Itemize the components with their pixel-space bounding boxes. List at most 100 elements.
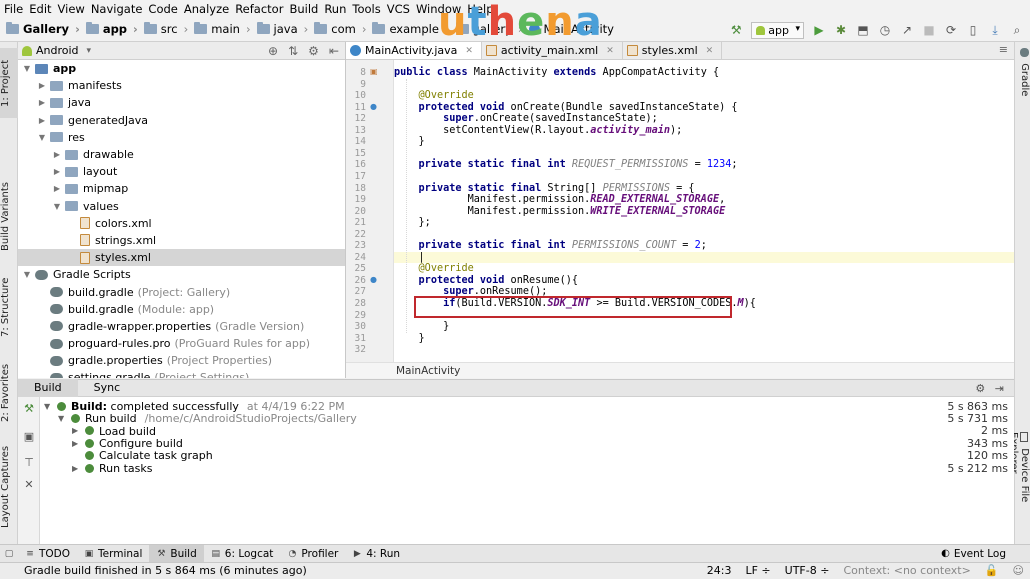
tool-tab-terminal[interactable]: ▣ Terminal: [77, 545, 149, 563]
project-view-select[interactable]: Android: [36, 44, 79, 57]
build-tree-row[interactable]: ▶ Run tasks 5 s 212 ms: [40, 462, 1012, 475]
structure-tool-tab[interactable]: 7: Structure: [0, 272, 18, 342]
chevron-down-icon[interactable]: ▾: [87, 46, 92, 56]
menu-item-edit[interactable]: Edit: [29, 2, 51, 16]
build-tree-row[interactable]: ▼ Run build/home/c/AndroidStudioProjects/…: [40, 412, 1012, 425]
run-icon[interactable]: ▶: [812, 23, 826, 37]
tool-tab-4-run[interactable]: ▶ 4: Run: [345, 545, 407, 563]
tree-item[interactable]: ▼ Gradle Scripts: [18, 266, 345, 283]
context-indicator[interactable]: Context: <no context>: [843, 563, 970, 579]
tab-activity_main-xml[interactable]: activity_main.xml ✕: [482, 42, 623, 59]
coverage-icon[interactable]: ⬒: [856, 23, 870, 37]
menu-item-file[interactable]: File: [4, 2, 23, 16]
code-line[interactable]: private static final String[] PERMISSION…: [394, 183, 695, 195]
build-tree-row[interactable]: ▶ Load build 2 ms: [40, 424, 1012, 437]
project-tool-tab[interactable]: 1: Project: [0, 48, 18, 118]
code-line[interactable]: }: [394, 321, 449, 333]
tree-item[interactable]: gradle-wrapper.properties (Gradle Version…: [18, 318, 345, 335]
breadcrumb-item[interactable]: app ›: [85, 22, 144, 36]
gear-icon[interactable]: ⚙: [308, 44, 319, 58]
chevron-down-icon[interactable]: ▼: [22, 64, 32, 73]
breadcrumb-item[interactable]: com ›: [314, 22, 372, 36]
chevron-right-icon[interactable]: ▶: [37, 116, 47, 125]
device-icon[interactable]: ▯: [966, 23, 980, 37]
sdk-manager-icon[interactable]: ⤓: [988, 23, 1002, 37]
favorites-tool-tab[interactable]: 2: Favorites: [0, 358, 18, 428]
search-icon[interactable]: ⌕: [1010, 23, 1024, 37]
build-tree-row[interactable]: ▶ Configure build 343 ms: [40, 437, 1012, 450]
close-icon[interactable]: ✕: [465, 46, 473, 56]
chevron-down-icon[interactable]: ▼: [44, 402, 52, 411]
stop-icon[interactable]: ■: [922, 23, 936, 37]
tree-item[interactable]: ▼ app: [18, 60, 345, 77]
tree-item[interactable]: gradle.properties (Project Properties): [18, 352, 345, 369]
sync-icon[interactable]: ⟳: [944, 23, 958, 37]
tree-item[interactable]: ▶ layout: [18, 163, 345, 180]
build-tree-row[interactable]: ▼ Build: completed successfully at 4/4/19 …: [40, 400, 1012, 413]
chevron-right-icon[interactable]: ▶: [37, 81, 47, 90]
menu-item-navigate[interactable]: Navigate: [91, 2, 143, 16]
chevron-right-icon[interactable]: ▶: [37, 98, 47, 107]
close-icon[interactable]: ✕: [606, 46, 614, 56]
tool-tab-build[interactable]: ⚒ Build: [149, 544, 204, 563]
tree-item[interactable]: strings.xml: [18, 232, 345, 249]
breadcrumb-item[interactable]: src ›: [143, 22, 194, 36]
build-variants-tool-tab[interactable]: Build Variants: [0, 177, 18, 257]
tree-item[interactable]: proguard-rules.pro (ProGuard Rules for ap…: [18, 335, 345, 352]
override-marker-icon[interactable]: ●: [370, 275, 378, 284]
hammer-icon[interactable]: ⚒: [23, 403, 35, 415]
breadcrumb-item[interactable]: Gallery ›: [6, 22, 86, 36]
close-icon[interactable]: ✕: [706, 46, 714, 56]
menu-item-build[interactable]: Build: [289, 2, 318, 16]
tree-item[interactable]: ▼ res: [18, 129, 345, 146]
attach-icon[interactable]: ↗: [900, 23, 914, 37]
tool-tab-todo[interactable]: ≡ TODO: [18, 545, 77, 563]
tree-item[interactable]: ▶ java: [18, 94, 345, 111]
tree-item[interactable]: settings.gradle (Project Settings): [18, 369, 345, 378]
menu-item-view[interactable]: View: [58, 2, 85, 16]
gear-icon[interactable]: ⚙: [975, 382, 985, 395]
menu-item-tools[interactable]: Tools: [352, 2, 380, 16]
chevron-right-icon[interactable]: ▶: [72, 439, 80, 448]
chevron-right-icon[interactable]: ▶: [52, 184, 62, 193]
code-line[interactable]: Manifest.permission.WRITE_EXTERNAL_STORA…: [394, 206, 726, 218]
tree-item[interactable]: ▶ mipmap: [18, 180, 345, 197]
menu-item-vcs[interactable]: VCS: [387, 2, 410, 16]
chevron-down-icon[interactable]: ▼: [58, 414, 66, 423]
close-icon[interactable]: ✕: [23, 479, 35, 491]
tree-item[interactable]: ▶ generatedJava: [18, 112, 345, 129]
tree-item[interactable]: build.gradle (Project: Gallery): [18, 283, 345, 300]
pin-icon[interactable]: ⊤: [23, 457, 35, 469]
code-line[interactable]: protected void onCreate(Bundle savedInst…: [394, 102, 738, 114]
locate-icon[interactable]: ⊕: [268, 44, 278, 58]
tab-build[interactable]: Build: [18, 379, 78, 397]
code-line[interactable]: private static final int PERMISSIONS_COU…: [394, 240, 707, 252]
gradle-tool-tab[interactable]: Gradle: [1016, 48, 1030, 96]
collapse-icon[interactable]: ⇅: [288, 44, 298, 58]
code-line[interactable]: super.onCreate(savedInstanceState);: [394, 113, 658, 125]
tool-tab-6-logcat[interactable]: ▤ 6: Logcat: [204, 545, 281, 563]
tab-overflow-icon[interactable]: ≡: [999, 43, 1008, 56]
hide-icon[interactable]: ⇥: [995, 382, 1004, 395]
code-editor[interactable]: 8 9 10 11 12 13 14 15 16 17 18 19 20 21 22 23 24 25 26 27 28…: [346, 60, 1014, 378]
code-line[interactable]: };: [394, 217, 431, 229]
code-line[interactable]: private static final int REQUEST_PERMISS…: [394, 159, 738, 171]
debug-icon[interactable]: ✱: [834, 23, 848, 37]
panel-toggle-icon[interactable]: ▢: [0, 549, 18, 559]
hide-icon[interactable]: ⇤: [329, 44, 339, 58]
chevron-right-icon[interactable]: ▶: [72, 464, 80, 473]
chevron-right-icon[interactable]: ▶: [52, 167, 62, 176]
tree-item[interactable]: ▼ values: [18, 198, 345, 215]
layout-captures-tool-tab[interactable]: Layout Captures: [0, 442, 18, 532]
tree-item[interactable]: ▶ drawable: [18, 146, 345, 163]
line-separator[interactable]: LF ÷: [745, 563, 770, 579]
hammer-icon[interactable]: ⚒: [729, 23, 743, 37]
file-encoding[interactable]: UTF-8 ÷: [785, 563, 830, 579]
override-marker-icon[interactable]: ●: [370, 102, 378, 111]
menu-item-analyze[interactable]: Analyze: [184, 2, 229, 16]
tool-tab-profiler[interactable]: ◔ Profiler: [280, 545, 345, 563]
menu-item-code[interactable]: Code: [148, 2, 177, 16]
class-marker-icon[interactable]: ▣: [370, 68, 378, 76]
tree-item[interactable]: colors.xml: [18, 215, 345, 232]
build-tree-row[interactable]: Calculate task graph 120 ms: [40, 449, 1012, 462]
